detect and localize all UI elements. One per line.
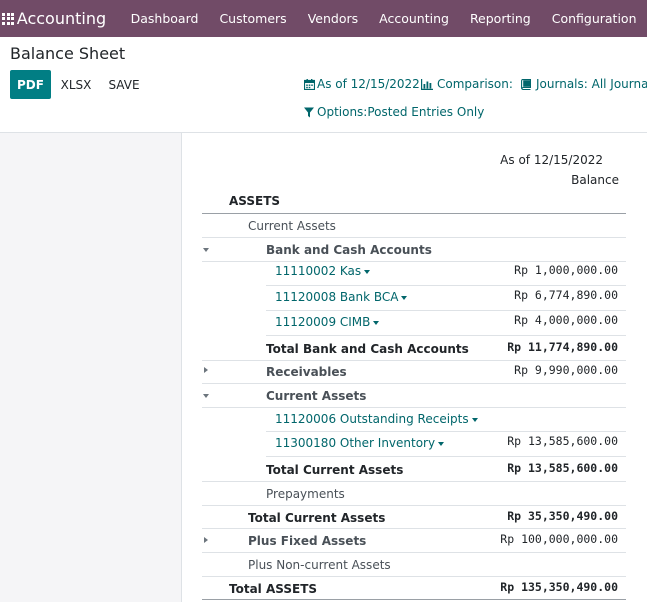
- menu-accounting[interactable]: Accounting: [369, 0, 460, 37]
- row-current-assets-group-label[interactable]: Current Assets: [266, 389, 366, 403]
- row-total-bank-cash-amount: Rp 11,774,890.00: [507, 340, 618, 354]
- journals-filter-label: Journals: All Journals: [536, 77, 647, 91]
- journals-filter[interactable]: Journals: All Journals: [521, 77, 647, 91]
- expand-caret-icon[interactable]: [204, 537, 208, 543]
- divider: [202, 505, 626, 506]
- row-prepayments-label[interactable]: Prepayments: [266, 487, 345, 501]
- row-receivables-label[interactable]: Receivables: [266, 365, 347, 379]
- account-bca-link[interactable]: 11120008 Bank BCA: [275, 290, 408, 304]
- divider: [202, 261, 626, 262]
- divider: [266, 431, 626, 432]
- divider: [202, 360, 626, 361]
- row-total-current-assets-inner-amount: Rp 13,585,600.00: [507, 461, 618, 475]
- account-other-inventory-amount: Rp 13,585,600.00: [507, 434, 618, 448]
- account-other-inventory-link[interactable]: 11300180 Other Inventory: [275, 436, 445, 450]
- filter-icon: [304, 107, 314, 117]
- divider: [202, 599, 626, 600]
- menu-dashboard[interactable]: Dashboard: [120, 0, 209, 37]
- options-filter-label: Options:Posted Entries Only: [317, 105, 485, 119]
- dropdown-caret-icon: [373, 320, 380, 325]
- comparison-filter[interactable]: Comparison:: [421, 77, 513, 91]
- pdf-button[interactable]: PDF: [10, 70, 51, 99]
- account-cimb-link[interactable]: 11120009 CIMB: [275, 315, 380, 329]
- row-total-current-assets-amount: Rp 35,350,490.00: [507, 509, 618, 523]
- row-assets-label: ASSETS: [229, 194, 281, 208]
- page-title: Balance Sheet: [10, 44, 126, 63]
- date-filter-label: As of 12/15/2022: [317, 77, 420, 91]
- divider: [202, 383, 626, 384]
- account-kas-label: 11110002 Kas: [275, 264, 362, 278]
- row-total-current-assets-label: Total Current Assets: [248, 511, 386, 525]
- menu-reporting[interactable]: Reporting: [459, 0, 541, 37]
- row-total-current-assets-inner-label: Total Current Assets: [266, 463, 404, 477]
- divider: [266, 335, 626, 336]
- account-outstanding-receipts-link[interactable]: 11120006 Outstanding Receipts: [275, 412, 478, 426]
- dropdown-caret-icon: [438, 441, 445, 446]
- row-total-assets-label: Total ASSETS: [229, 582, 318, 596]
- account-bca-amount: Rp 6,774,890.00: [514, 288, 618, 302]
- comparison-filter-label: Comparison:: [437, 77, 513, 91]
- divider: [266, 310, 626, 311]
- divider: [202, 213, 626, 214]
- calendar-icon: [304, 78, 315, 90]
- row-bank-cash-label[interactable]: Bank and Cash Accounts: [266, 243, 432, 257]
- date-filter[interactable]: As of 12/15/2022: [304, 77, 420, 91]
- account-bca-label: 11120008 Bank BCA: [275, 290, 399, 304]
- top-navbar: Accounting Dashboard Customers Vendors A…: [0, 0, 647, 37]
- divider: [202, 528, 626, 529]
- menu-vendors[interactable]: Vendors: [297, 0, 368, 37]
- dropdown-caret-icon: [364, 269, 371, 274]
- divider: [266, 285, 626, 286]
- apps-menu-icon[interactable]: [0, 0, 17, 37]
- options-filter[interactable]: Options:Posted Entries Only: [304, 105, 484, 119]
- menu-customers[interactable]: Customers: [209, 0, 297, 37]
- menu-configuration[interactable]: Configuration: [541, 0, 647, 37]
- save-button[interactable]: SAVE: [103, 70, 145, 99]
- account-outstanding-receipts-label: 11120006 Outstanding Receipts: [275, 412, 469, 426]
- collapse-caret-icon[interactable]: [203, 248, 209, 252]
- account-cimb-label: 11120009 CIMB: [275, 315, 371, 329]
- row-total-bank-cash-label: Total Bank and Cash Accounts: [266, 342, 469, 356]
- row-plus-noncurrent-assets-label[interactable]: Plus Non-current Assets: [248, 558, 391, 572]
- row-plus-fixed-assets-amount: Rp 100,000,000.00: [500, 532, 618, 546]
- row-current-assets-label[interactable]: Current Assets: [248, 219, 336, 233]
- divider: [202, 407, 626, 408]
- bar-chart-icon: [421, 78, 433, 90]
- account-other-inventory-label: 11300180 Other Inventory: [275, 436, 436, 450]
- expand-caret-icon[interactable]: [204, 367, 208, 373]
- dropdown-caret-icon: [401, 295, 408, 300]
- divider: [266, 456, 626, 457]
- column-date-header: As of 12/15/2022: [500, 153, 603, 167]
- row-receivables-amount: Rp 9,990,000.00: [514, 363, 618, 377]
- account-kas-amount: Rp 1,000,000.00: [514, 263, 618, 277]
- divider: [202, 481, 626, 482]
- book-icon: [521, 78, 531, 90]
- divider: [202, 576, 626, 577]
- control-panel: Balance Sheet PDF XLSX SAVE As of 12/15/…: [0, 37, 647, 133]
- account-cimb-amount: Rp 4,000,000.00: [514, 313, 618, 327]
- column-balance-header: Balance: [571, 173, 619, 187]
- collapse-caret-icon[interactable]: [203, 394, 209, 398]
- row-plus-fixed-assets-label[interactable]: Plus Fixed Assets: [248, 534, 366, 548]
- account-kas-link[interactable]: 11110002 Kas: [275, 264, 371, 278]
- app-brand[interactable]: Accounting: [17, 9, 106, 28]
- xlsx-button[interactable]: XLSX: [55, 70, 97, 99]
- divider: [202, 237, 626, 238]
- row-total-assets-amount: Rp 135,350,490.00: [500, 580, 618, 594]
- divider: [202, 552, 626, 553]
- dropdown-caret-icon: [471, 417, 478, 422]
